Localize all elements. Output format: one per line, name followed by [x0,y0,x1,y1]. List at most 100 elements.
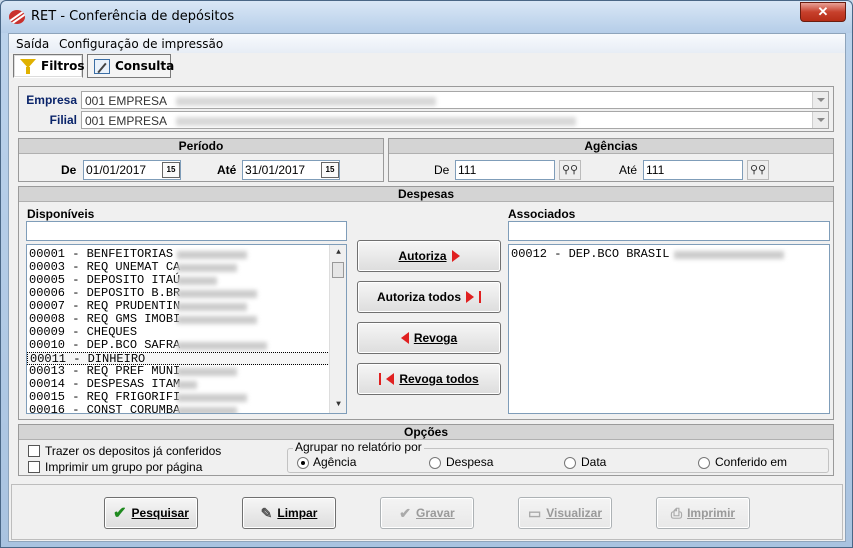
tab-consulta[interactable]: Consulta [87,54,175,78]
list-item-label: 00009 - CHEQUES [29,325,138,339]
imprimir-button[interactable]: ⎙ Imprimir [656,497,750,529]
obscured-text [177,407,237,413]
filial-dropdown-icon[interactable] [812,112,828,128]
menu-configuracao-impressao[interactable]: Configuração de impressão [59,37,223,51]
printer-icon: ⎙ [670,504,683,521]
periodo-de-value: 01/01/2017 [86,163,147,177]
autoriza-todos-label: Autoriza todos [377,290,461,304]
client-area: Saída Configuração de impressão Filtros … [8,33,846,542]
periodo-ate-label: Até [217,163,237,177]
pesquisar-button[interactable]: ✔ Pesquisar [104,497,198,529]
footer-bar: ✔ Pesquisar ✎ Limpar ✔ Gravar ▭ Visualiz… [11,484,843,540]
obscured-text [177,381,197,389]
app-window: RET - Conferência de depósitos ✕ Saída C… [0,0,853,548]
agencias-de-input[interactable]: 111 [455,160,555,180]
tab-strip: Filtros Consulta [11,54,841,80]
radio-conferido-em[interactable] [698,457,710,469]
periodo-panel: Período De 01/01/2017 15 Até 31/01/2017 … [18,138,384,182]
radio-conferido-em-label: Conferido em [715,455,788,469]
menu-saida[interactable]: Saída [16,37,49,51]
scroll-down-icon[interactable]: ▼ [330,397,346,413]
radio-agencia[interactable] [297,457,309,469]
radio-agencia-label: Agência [313,455,357,469]
list-item-label: 00005 - DEPOSITO ITAÚ [29,273,181,287]
obscured-text [177,264,237,272]
obscured-text [177,368,237,376]
limpar-button[interactable]: ✎ Limpar [242,497,336,529]
agencias-ate-label: Até [619,163,638,177]
window-title: RET - Conferência de depósitos [31,9,235,24]
agrupar-title: Agrupar no relatório por [293,440,424,454]
app-logo-icon [9,10,25,24]
empresa-value: 001 EMPRESA [85,94,167,108]
calendar-icon[interactable]: 15 [321,162,339,178]
autoriza-button[interactable]: Autoriza [357,240,501,272]
obscured-text [177,290,257,298]
disponiveis-label: Disponíveis [27,207,95,221]
agencias-header: Agências [389,139,833,154]
scroll-thumb[interactable] [332,262,344,278]
agencias-panel: Agências De 111 ⚲⚲ Até 111 ⚲⚲ [388,138,834,182]
list-item-label: 00001 - BENFEITORIAS [29,247,174,261]
filial-label: Filial [49,113,77,127]
agencias-ate-input[interactable]: 111 [643,160,743,180]
list-item[interactable]: 00010 - DEP.BCO SAFRA [27,339,346,352]
opcoes-panel: Opções Trazer os depositos já conferidos… [18,424,834,476]
radio-despesa[interactable] [429,457,441,469]
agencias-de-value: 111 [458,163,477,177]
revoga-todos-button[interactable]: Revoga todos [357,363,501,395]
list-item-label: 00016 - CONST CORUMBA [29,403,181,414]
disponiveis-scrollbar[interactable]: ▲ ▼ [329,245,346,413]
binoculars-icon[interactable]: ⚲⚲ [747,160,769,180]
associados-listbox[interactable]: 00012 - DEP.BCO BRASIL [508,244,830,414]
binoculars-icon[interactable]: ⚲⚲ [559,160,581,180]
checkmark-icon: ✔ [113,505,127,522]
imprimir-label: Imprimir [687,506,736,520]
visualizar-button[interactable]: ▭ Visualizar [518,497,612,529]
empresa-filial-panel: Empresa 001 EMPRESA Filial 001 EMPRESA [18,86,834,132]
imprimir-grupo-checkbox[interactable] [28,461,40,473]
trazer-conferidos-label: Trazer os depositos já conferidos [45,444,222,458]
obscured-text [177,303,247,311]
disponiveis-listbox[interactable]: 00001 - BENFEITORIAS 00003 - REQ UNEMAT C… [26,244,347,414]
edit-note-icon [94,59,110,74]
disponiveis-filter-input[interactable] [26,221,347,241]
trazer-conferidos-checkbox[interactable] [28,445,40,457]
empresa-dropdown-icon[interactable] [812,92,828,108]
menu-bar: Saída Configuração de impressão [9,34,845,53]
revoga-button[interactable]: Revoga [357,322,501,354]
close-button[interactable]: ✕ [800,2,846,22]
obscured-text [674,251,784,259]
filial-combo[interactable]: 001 EMPRESA [81,111,829,129]
limpar-label: Limpar [277,506,318,520]
title-bar[interactable]: RET - Conferência de depósitos ✕ [1,1,852,33]
radio-data[interactable] [564,457,576,469]
scroll-up-icon[interactable]: ▲ [330,245,346,261]
calendar-icon[interactable]: 15 [162,162,180,178]
list-item-label: 00015 - REQ FRIGORIFI [29,390,181,404]
empresa-obscured [175,97,436,107]
list-item[interactable]: 00012 - DEP.BCO BRASIL [509,248,829,261]
opcoes-header: Opções [19,425,833,440]
tab-consulta-label: Consulta [115,59,175,73]
empresa-combo[interactable]: 001 EMPRESA [81,91,829,109]
list-item-label: 00012 - DEP.BCO BRASIL [511,247,670,261]
autoriza-todos-button[interactable]: Autoriza todos [357,281,501,313]
list-item[interactable]: 00016 - CONST CORUMBA [27,403,346,414]
gravar-button[interactable]: ✔ Gravar [380,497,474,529]
list-item-label: 00014 - DESPESAS ITAM [29,377,181,391]
arrow-left-start-icon [386,373,395,385]
associados-filter-input[interactable] [508,221,830,241]
list-item-label: 00007 - REQ PRUDENTIN [29,299,181,313]
obscured-text [177,342,267,350]
arrow-start-bar-icon [379,373,382,385]
arrow-right-end-icon [466,291,474,303]
obscured-text [177,251,247,259]
tab-filtros[interactable]: Filtros [13,54,84,78]
list-item-label: 00010 - DEP.BCO SAFRA [29,338,181,352]
revoga-label: Revoga [413,331,458,345]
arrow-right-icon [451,250,460,262]
arrow-end-bar-icon [479,291,481,303]
imprimir-grupo-label: Imprimir um grupo por página [45,460,203,474]
obscured-text [177,277,217,285]
